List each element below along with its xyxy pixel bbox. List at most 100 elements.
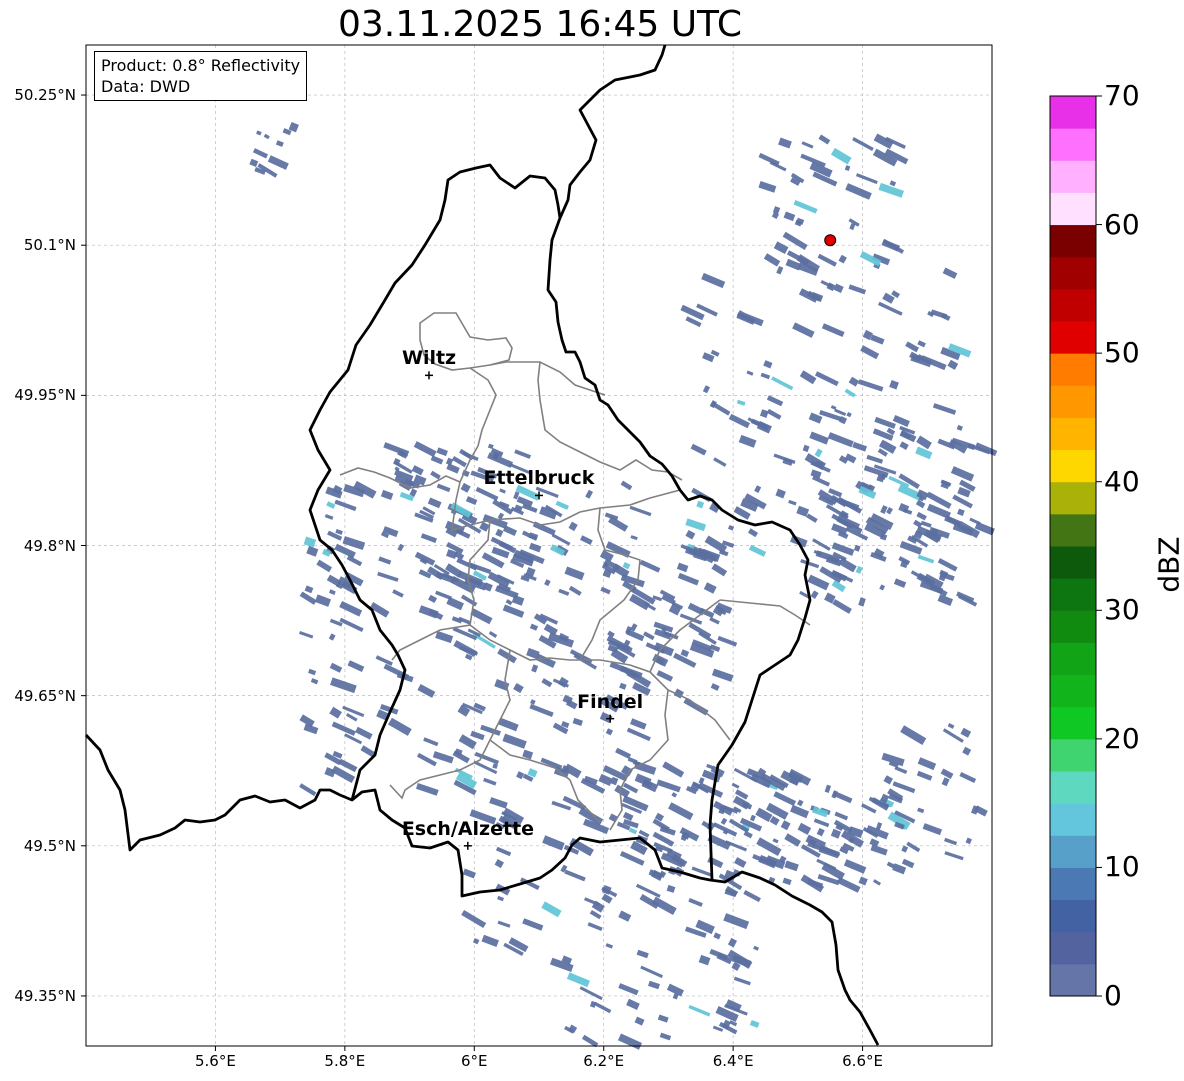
echo-cell xyxy=(345,713,358,722)
echo-cell xyxy=(776,266,784,275)
echo-cell xyxy=(710,683,720,691)
echo-cell xyxy=(436,483,451,493)
echo-cell xyxy=(615,747,632,759)
echo-cell xyxy=(950,466,975,482)
echo-cell xyxy=(916,770,933,781)
echo-cell xyxy=(541,678,553,688)
echo-cell xyxy=(702,385,711,394)
echo-cell xyxy=(375,655,393,666)
echo-cell xyxy=(940,768,954,779)
country-borders xyxy=(84,44,880,1046)
echo-cell xyxy=(901,845,909,853)
echo-cell xyxy=(766,408,782,420)
info-box: Product: 0.8° Reflectivity Data: DWD xyxy=(94,51,308,101)
echo-cell xyxy=(378,556,392,565)
echo-cell xyxy=(430,455,444,465)
echo-cell xyxy=(564,869,586,882)
echo-cell xyxy=(619,682,627,690)
echo-cell xyxy=(813,818,830,828)
echo-cell xyxy=(920,520,932,528)
echo-cell xyxy=(411,465,424,476)
echo-cell xyxy=(733,976,751,986)
echo-cell xyxy=(542,835,565,851)
echo-cell xyxy=(878,182,904,198)
echo-cell xyxy=(916,511,927,521)
echo-cell xyxy=(299,783,317,797)
echo-cell xyxy=(397,543,405,552)
echo-cell xyxy=(709,617,720,625)
echo-cell xyxy=(810,469,822,479)
echo-cell xyxy=(743,830,753,839)
echo-cell xyxy=(601,893,613,904)
echo-cell xyxy=(275,140,284,147)
echo-cell xyxy=(497,648,517,664)
echo-cell xyxy=(342,705,365,718)
echo-cell xyxy=(304,585,314,594)
echo-cell xyxy=(832,599,852,614)
echo-cell xyxy=(746,370,754,376)
echo-cell xyxy=(580,535,593,545)
echo-cell xyxy=(494,859,504,869)
echo-cell xyxy=(906,841,921,853)
lat-tick-label: 49.65°N xyxy=(14,686,76,705)
echo-cell xyxy=(816,827,825,837)
echo-cell xyxy=(942,728,964,743)
echo-cell xyxy=(618,983,639,996)
echo-cell xyxy=(451,456,467,468)
echo-cell xyxy=(626,998,640,1010)
echo-cell xyxy=(806,513,818,523)
echo-cell xyxy=(607,630,615,638)
echo-cell xyxy=(848,284,867,295)
colorbar-segment xyxy=(1050,353,1096,386)
echo-cell xyxy=(461,909,487,929)
lat-tick-label: 49.95°N xyxy=(14,386,76,405)
echo-cell xyxy=(932,403,957,415)
echo-cell xyxy=(734,857,747,868)
echo-cell xyxy=(676,562,689,573)
echo-cell xyxy=(629,505,652,517)
echo-cell xyxy=(339,617,364,633)
echo-cell xyxy=(858,876,868,886)
lat-tick-label: 49.35°N xyxy=(14,986,76,1005)
echo-cell xyxy=(763,360,773,369)
echo-cell xyxy=(308,668,317,676)
echo-cell xyxy=(355,726,373,740)
colorbar-segment xyxy=(1050,288,1096,322)
colorbar-segment xyxy=(1050,578,1096,611)
echo-cell xyxy=(583,897,601,907)
echo-cell xyxy=(893,578,907,588)
echo-cell xyxy=(772,838,779,844)
radar-map xyxy=(81,44,1102,1051)
echo-cell xyxy=(802,444,810,453)
echo-cell xyxy=(608,516,629,532)
echo-cell xyxy=(339,601,363,617)
echo-cell xyxy=(844,388,856,398)
echo-cell xyxy=(753,945,760,951)
echo-cell xyxy=(892,863,907,875)
echo-cell xyxy=(566,972,590,988)
echo-cell xyxy=(793,200,818,214)
echo-cell xyxy=(531,664,539,673)
echo-cell xyxy=(720,817,728,825)
echo-cell xyxy=(568,521,578,532)
echo-cell xyxy=(818,134,831,145)
echo-cell xyxy=(930,309,948,319)
echo-cell xyxy=(915,499,926,509)
echo-cell xyxy=(346,555,363,567)
echo-cell xyxy=(630,535,638,541)
echo-cell xyxy=(881,239,901,252)
echo-cell xyxy=(957,508,965,516)
echo-cell xyxy=(965,837,972,845)
echo-cell xyxy=(530,699,536,705)
echo-cell xyxy=(773,241,789,254)
echo-cell xyxy=(587,922,603,932)
echo-cell xyxy=(917,757,937,771)
echo-cell xyxy=(922,823,943,836)
echo-cell xyxy=(522,918,544,931)
echo-cell xyxy=(941,777,950,787)
echo-cell xyxy=(788,768,812,786)
echo-cell xyxy=(488,631,498,638)
echo-cell xyxy=(843,859,867,874)
echo-cell xyxy=(316,559,333,573)
colorbar-segment xyxy=(1050,513,1096,547)
